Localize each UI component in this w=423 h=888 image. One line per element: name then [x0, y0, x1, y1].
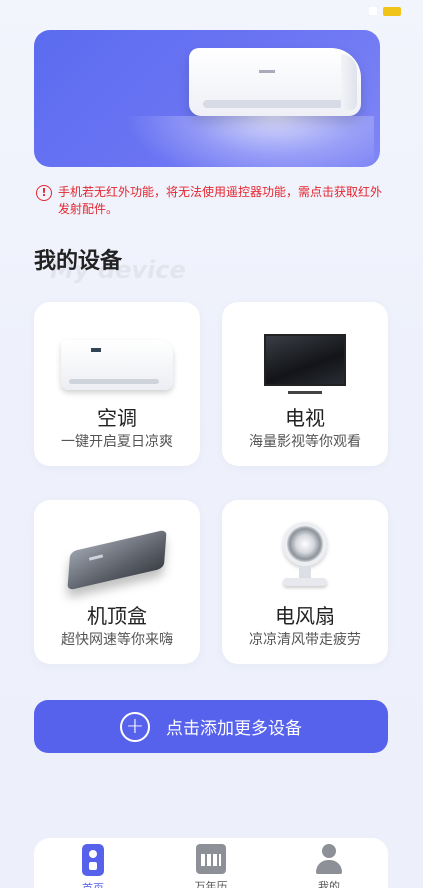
device-desc: 凉凉清风带走疲劳 — [249, 632, 361, 648]
ac-vent — [203, 100, 343, 108]
ir-warning-text: 手机若无红外功能，将无法使用遥控器功能，需点击获取红外发射配件。 — [58, 185, 383, 216]
ac-logo — [259, 70, 275, 73]
add-device-button[interactable]: + 点击添加更多设备 — [34, 700, 388, 753]
tab-label: 我的 — [318, 880, 340, 888]
device-desc: 一键开启夏日凉爽 — [61, 434, 173, 450]
status-bar — [0, 0, 423, 22]
battery-icon — [383, 6, 401, 16]
box-body — [67, 529, 167, 591]
fan-head — [283, 522, 327, 566]
tab-label: 首页 — [82, 882, 104, 888]
section-title: 我的设备 — [34, 249, 123, 274]
tv-screen — [264, 334, 346, 386]
status-bar-right — [369, 6, 401, 16]
exclamation-circle-icon: ! — [36, 185, 52, 201]
television-icon — [264, 334, 346, 396]
tv-stand — [288, 386, 322, 394]
device-card-air-conditioner[interactable]: 空调 一键开启夏日凉爽 — [34, 302, 200, 466]
device-card-electric-fan[interactable]: 电风扇 凉凉清风带走疲劳 — [222, 500, 388, 664]
device-desc: 海量影视等你观看 — [249, 434, 361, 450]
ac-mark — [91, 348, 101, 352]
tab-label: 万年历 — [194, 880, 228, 888]
bottom-tab-bar: 首页 万年历 我的 — [34, 838, 388, 888]
add-device-label: 点击添加更多设备 — [166, 719, 302, 739]
fan-base — [283, 578, 327, 586]
device-card-set-top-box[interactable]: 机顶盒 超快网速等你来嗨 — [34, 500, 200, 664]
remote-icon — [82, 844, 104, 876]
set-top-box-icon — [65, 529, 169, 592]
ac-side — [341, 54, 357, 110]
ir-warning[interactable]: ! 手机若无红外功能，将无法使用遥控器功能，需点击获取红外发射配件。 — [36, 184, 386, 218]
plus-circle-icon: + — [120, 711, 150, 742]
device-name: 机顶盒 — [87, 604, 147, 628]
tab-mine[interactable]: 我的 — [289, 844, 369, 888]
device-name: 电视 — [285, 406, 325, 430]
air-conditioner-icon — [61, 340, 173, 390]
device-name: 电风扇 — [275, 604, 335, 628]
signal-icon — [369, 7, 377, 15]
device-card-television[interactable]: 电视 海量影视等你观看 — [222, 302, 388, 466]
airflow-graphic — [124, 116, 374, 167]
tab-calendar[interactable]: 万年历 — [171, 844, 251, 888]
device-name: 空调 — [97, 406, 137, 430]
calendar-icon — [196, 844, 226, 874]
fan-neck — [299, 566, 311, 578]
user-icon — [314, 844, 344, 874]
promo-banner[interactable] — [34, 30, 380, 167]
tab-home[interactable]: 首页 — [53, 844, 133, 888]
air-conditioner-image — [189, 48, 361, 116]
device-desc: 超快网速等你来嗨 — [61, 632, 173, 648]
electric-fan-icon — [277, 522, 333, 588]
